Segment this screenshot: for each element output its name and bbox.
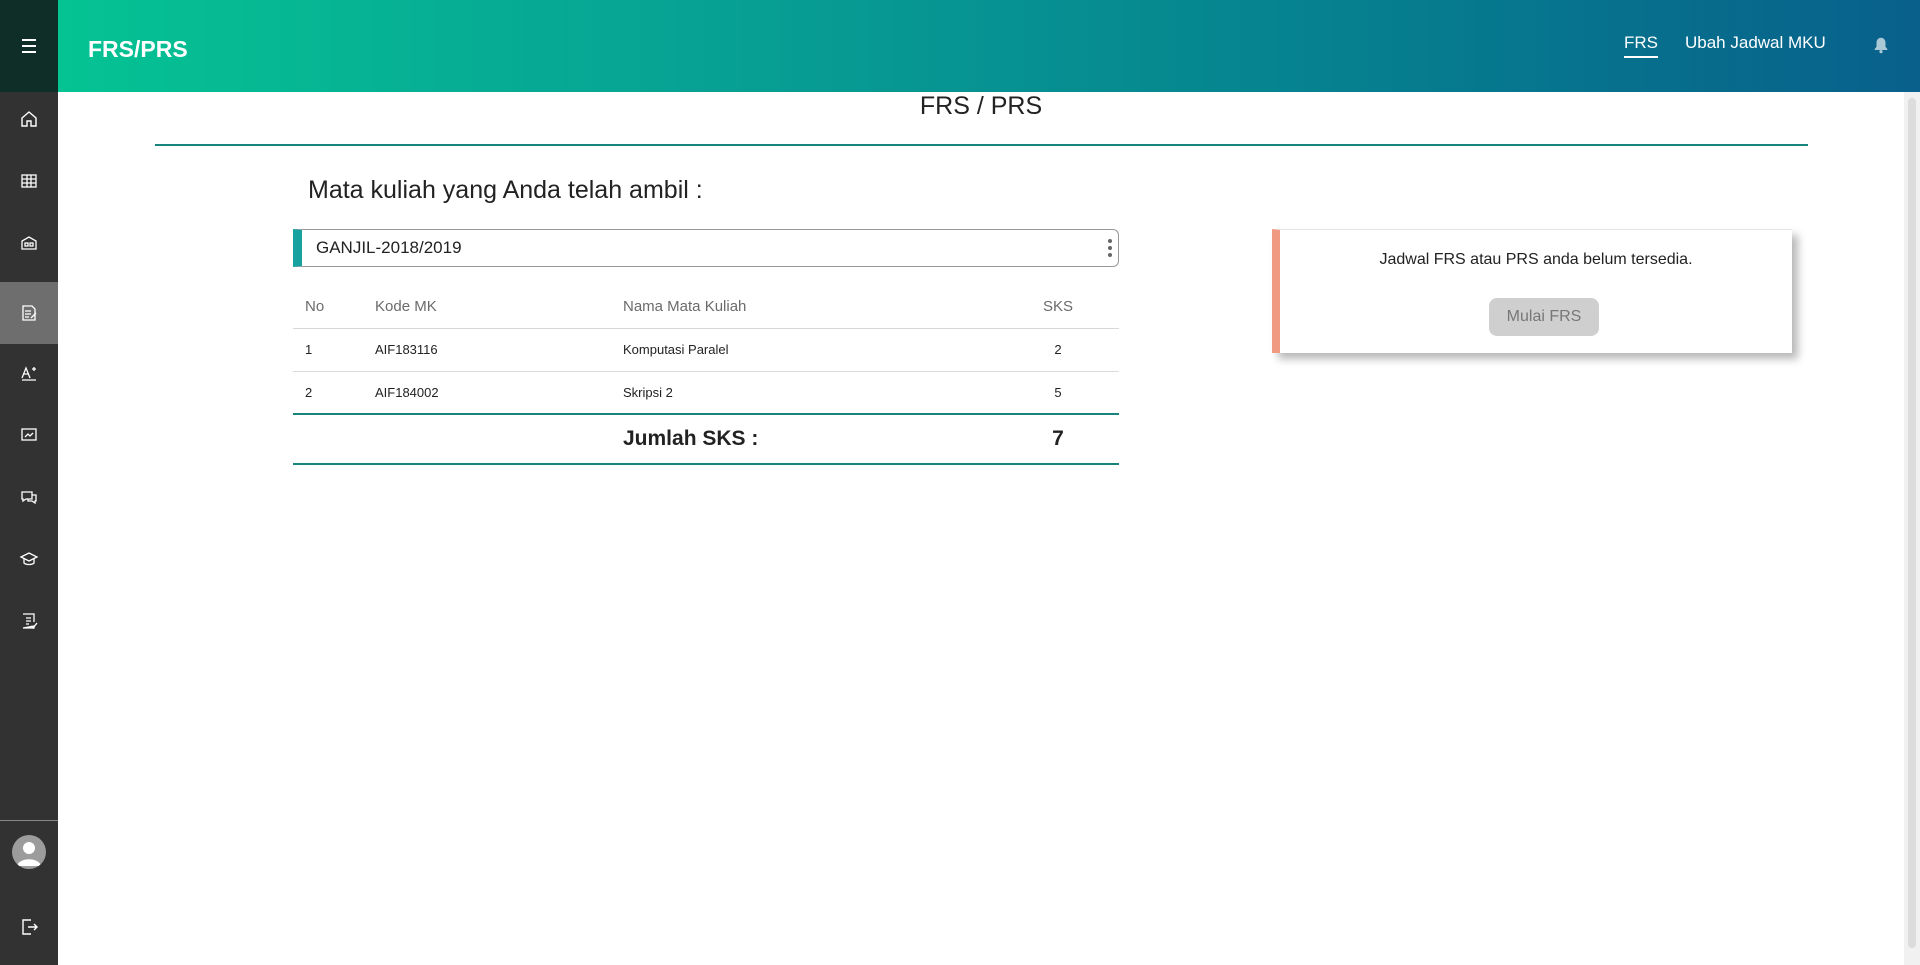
top-header: FRS/PRS FRS Ubah Jadwal MKU: [58, 0, 1920, 92]
cell-kode-mk: AIF184002: [375, 371, 623, 415]
presentation-icon: [21, 428, 37, 441]
document-edit-icon: [22, 305, 37, 321]
semester-select[interactable]: GANJIL-2018/2019: [293, 229, 1119, 267]
notice-message: Jadwal FRS atau PRS anda belum tersedia.: [1379, 251, 1693, 268]
user-avatar[interactable]: [12, 835, 46, 869]
graduation-cap-icon: [19, 552, 39, 566]
chat-icon: [21, 491, 37, 505]
nav-link-frs[interactable]: FRS: [1624, 33, 1658, 58]
logout-button[interactable]: [0, 896, 58, 958]
total-row: Jumlah SKS : 7: [293, 413, 1119, 465]
sidebar-item-checklist[interactable]: [0, 590, 58, 652]
home-icon: [21, 111, 37, 127]
nav-link-ubah-jadwal-mku[interactable]: Ubah Jadwal MKU: [1685, 33, 1826, 53]
table-row: 1 AIF183116 Komputasi Paralel 2: [293, 328, 1119, 372]
sidebar-item-schedule[interactable]: [0, 150, 58, 212]
bell-icon: [1874, 37, 1888, 54]
checklist-icon: [22, 613, 38, 629]
sidebar-item-campus[interactable]: [0, 212, 58, 274]
header-sks: SKS: [997, 286, 1119, 329]
sidebar-item-messages[interactable]: [0, 466, 58, 528]
cell-nama-mata-kuliah: Komputasi Paralel: [623, 328, 997, 372]
table-header-row: No Kode MK Nama Mata Kuliah SKS: [293, 286, 1119, 329]
cell-no: 1: [293, 328, 375, 372]
sidebar-item-grades[interactable]: [0, 342, 58, 404]
hamburger-icon: [22, 37, 36, 55]
logout-icon: [22, 919, 38, 935]
total-spacer: [293, 413, 375, 465]
cell-nama-mata-kuliah: Skripsi 2: [623, 371, 997, 415]
cell-sks: 2: [997, 328, 1119, 372]
page-title: FRS / PRS: [919, 92, 1043, 120]
cell-kode-mk: AIF183116: [375, 328, 623, 372]
total-sks-value: 7: [997, 413, 1119, 465]
cell-no: 2: [293, 371, 375, 415]
total-spacer: [375, 413, 623, 465]
sidebar-item-presentation[interactable]: [0, 404, 58, 466]
table-icon: [21, 174, 37, 188]
header-nama-mata-kuliah: Nama Mata Kuliah: [623, 286, 997, 329]
title-divider: [155, 144, 1808, 146]
app-title: FRS/PRS: [88, 36, 188, 62]
section-heading: Mata kuliah yang Anda telah ambil :: [308, 176, 703, 204]
building-icon: [21, 236, 37, 250]
menu-toggle-button[interactable]: [0, 0, 58, 92]
sidebar-divider: [0, 820, 58, 821]
header-kode-mk: Kode MK: [375, 286, 623, 329]
more-options-icon[interactable]: [1108, 239, 1112, 257]
total-sks-label: Jumlah SKS :: [623, 413, 997, 465]
header-no: No: [293, 286, 375, 329]
user-icon: [17, 842, 41, 866]
notification-button[interactable]: [1872, 36, 1890, 59]
sidebar: [0, 0, 58, 965]
sidebar-item-academic[interactable]: [0, 528, 58, 590]
frs-schedule-notice: Jadwal FRS atau PRS anda belum tersedia.…: [1272, 229, 1792, 353]
table-row: 2 AIF184002 Skripsi 2 5: [293, 371, 1119, 415]
scrollbar-thumb[interactable]: [1908, 98, 1916, 948]
sidebar-item-frs[interactable]: [0, 282, 58, 344]
cell-sks: 5: [997, 371, 1119, 415]
mulai-frs-button[interactable]: Mulai FRS: [1489, 298, 1599, 336]
semester-select-value: GANJIL-2018/2019: [316, 238, 462, 257]
course-table: No Kode MK Nama Mata Kuliah SKS 1 AIF183…: [293, 286, 1119, 465]
sidebar-item-home[interactable]: [0, 88, 58, 150]
text-plus-icon: [21, 366, 36, 381]
